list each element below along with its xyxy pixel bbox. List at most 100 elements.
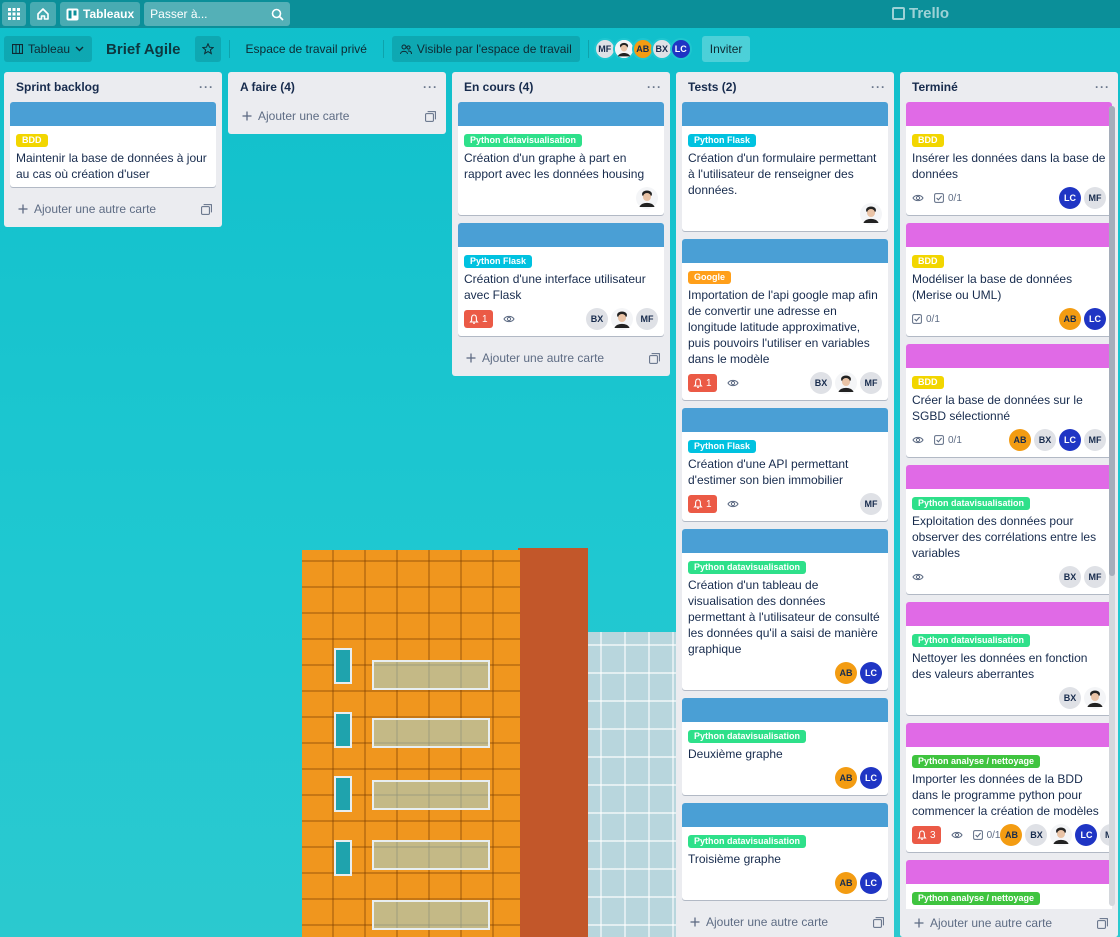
create-from-template-button[interactable] bbox=[425, 110, 436, 122]
notification-badge[interactable]: 1 bbox=[464, 310, 493, 328]
list-menu-button[interactable]: ··· bbox=[1095, 80, 1110, 94]
member-avatar[interactable]: MF bbox=[860, 372, 882, 394]
member-avatar[interactable]: LC bbox=[1059, 187, 1081, 209]
card[interactable]: Python datavisualisation Nettoyer les don… bbox=[906, 602, 1112, 715]
notification-badge[interactable]: 1 bbox=[688, 374, 717, 392]
card[interactable]: BDD Maintenir la base de données à jour a… bbox=[10, 102, 216, 187]
list-en-cours[interactable]: En cours (4) ··· Python datavisualisation C… bbox=[452, 72, 670, 376]
create-from-template-button[interactable] bbox=[873, 916, 884, 928]
list-title[interactable]: A faire (4) bbox=[240, 80, 295, 94]
list-tests[interactable]: Tests (2) ··· Python Flask Création d'un fo… bbox=[676, 72, 894, 937]
card-label[interactable]: Python datavisualisation bbox=[464, 134, 583, 147]
card-label[interactable]: Python Flask bbox=[688, 440, 757, 453]
member-avatar[interactable]: AB bbox=[835, 662, 857, 684]
add-card-button[interactable]: Ajouter une autre carte bbox=[900, 909, 1118, 937]
member-avatar[interactable]: LC bbox=[1075, 824, 1098, 846]
list-title[interactable]: Terminé bbox=[912, 80, 958, 94]
member-avatar[interactable]: BX bbox=[1059, 687, 1081, 709]
card[interactable]: Python analyse / nettoyage Importer les d… bbox=[906, 723, 1112, 852]
member-avatar[interactable]: MF bbox=[1084, 429, 1106, 451]
search-input[interactable]: Passer à... bbox=[144, 2, 291, 26]
list-title[interactable]: Tests (2) bbox=[688, 80, 736, 94]
list-menu-button[interactable]: ··· bbox=[871, 80, 886, 94]
visibility-button[interactable]: Visible par l'espace de travail bbox=[391, 36, 580, 62]
member-avatar[interactable] bbox=[1050, 824, 1073, 846]
card-label[interactable]: BDD bbox=[912, 134, 944, 147]
list-a-faire[interactable]: A faire (4) ··· Ajouter une carte bbox=[228, 72, 446, 134]
notification-badge[interactable]: 1 bbox=[688, 495, 717, 513]
list-termine[interactable]: Terminé ··· BDD Insérer les données dans la… bbox=[900, 72, 1118, 937]
list-menu-button[interactable]: ··· bbox=[423, 80, 438, 94]
member-avatar[interactable]: LC bbox=[860, 662, 882, 684]
card[interactable]: BDD Créer la base de données sur le SGBD … bbox=[906, 344, 1112, 457]
card[interactable]: Python datavisualisation Deuxième graphe A… bbox=[682, 698, 888, 795]
card[interactable]: Python Flask Création d'une API permettan… bbox=[682, 408, 888, 521]
list-menu-button[interactable]: ··· bbox=[647, 80, 662, 94]
member-avatar[interactable]: MF bbox=[860, 493, 882, 515]
member-avatar[interactable]: LC bbox=[1084, 308, 1106, 330]
list-title[interactable]: Sprint backlog bbox=[16, 80, 99, 94]
workspace-button[interactable]: Espace de travail privé bbox=[238, 36, 375, 62]
card-label[interactable]: Python analyse / nettoyage bbox=[912, 755, 1041, 768]
card-label[interactable]: BDD bbox=[912, 376, 944, 389]
list-sprint-backlog[interactable]: Sprint backlog ··· BDD Maintenir la base de… bbox=[4, 72, 222, 227]
list-title[interactable]: En cours (4) bbox=[464, 80, 533, 94]
notification-badge[interactable]: 3 bbox=[912, 826, 941, 844]
card[interactable]: Python Flask Création d'un formulaire per… bbox=[682, 102, 888, 231]
member-avatar[interactable]: LC bbox=[860, 872, 882, 894]
card[interactable]: Python datavisualisation Création d'un ta… bbox=[682, 529, 888, 690]
card-label[interactable]: Python Flask bbox=[688, 134, 757, 147]
card-label[interactable]: Python datavisualisation bbox=[688, 561, 807, 574]
card-label[interactable]: BDD bbox=[16, 134, 48, 147]
home-button[interactable] bbox=[30, 2, 56, 26]
board-title[interactable]: Brief Agile bbox=[100, 41, 186, 58]
member-avatar[interactable]: AB bbox=[835, 767, 857, 789]
member-avatar[interactable] bbox=[1084, 687, 1106, 709]
add-card-button[interactable]: Ajouter une autre carte bbox=[676, 908, 894, 936]
member-avatar[interactable]: MF bbox=[636, 308, 658, 330]
add-card-button[interactable]: Ajouter une autre carte bbox=[452, 344, 670, 372]
member-avatar[interactable] bbox=[860, 203, 882, 225]
member-avatar[interactable]: MF bbox=[1084, 187, 1106, 209]
card[interactable]: Python datavisualisation Troisième graphe… bbox=[682, 803, 888, 900]
member-avatar[interactable]: AB bbox=[1009, 429, 1031, 451]
list-menu-button[interactable]: ··· bbox=[199, 80, 214, 94]
member-avatar[interactable] bbox=[835, 372, 857, 394]
member-avatar[interactable] bbox=[636, 187, 658, 209]
member-avatar[interactable]: BX bbox=[586, 308, 608, 330]
invite-button[interactable]: Inviter bbox=[701, 36, 751, 62]
card-label[interactable]: Google bbox=[688, 271, 731, 284]
list-scrollbar-thumb[interactable] bbox=[1109, 106, 1115, 576]
member-avatar[interactable]: AB bbox=[835, 872, 857, 894]
card-label[interactable]: Python datavisualisation bbox=[912, 634, 1031, 647]
member-avatar[interactable]: LC bbox=[1059, 429, 1081, 451]
create-from-template-button[interactable] bbox=[649, 352, 660, 364]
view-switcher-button[interactable]: Tableau bbox=[4, 36, 93, 62]
member-avatar[interactable]: BX bbox=[1034, 429, 1056, 451]
card[interactable]: Python datavisualisation Création d'un gr… bbox=[458, 102, 664, 215]
member-avatar[interactable]: MF bbox=[1084, 566, 1106, 588]
member-avatar[interactable] bbox=[611, 308, 633, 330]
card-label[interactable]: BDD bbox=[912, 255, 944, 268]
card-label[interactable]: Python Flask bbox=[464, 255, 533, 268]
trello-logo[interactable]: Trello bbox=[892, 5, 949, 22]
member-avatar[interactable]: LC bbox=[860, 767, 882, 789]
card-label[interactable]: Python datavisualisation bbox=[688, 835, 807, 848]
boards-button[interactable]: Tableaux bbox=[60, 2, 141, 26]
card[interactable]: Python datavisualisation Exploitation des… bbox=[906, 465, 1112, 594]
member-avatar[interactable]: LC bbox=[669, 38, 692, 60]
card[interactable]: Google Importation de l'api google map af… bbox=[682, 239, 888, 400]
card-label[interactable]: Python datavisualisation bbox=[912, 497, 1031, 510]
card[interactable]: BDD Modéliser la base de données (Merise … bbox=[906, 223, 1112, 336]
add-card-button[interactable]: Ajouter une autre carte bbox=[4, 195, 222, 223]
member-avatar[interactable]: BX bbox=[810, 372, 832, 394]
card-label[interactable]: Python analyse / nettoyage bbox=[912, 892, 1041, 905]
card[interactable]: Python Flask Création d'une interface uti… bbox=[458, 223, 664, 336]
member-avatar[interactable]: BX bbox=[1025, 824, 1048, 846]
star-button[interactable] bbox=[194, 36, 221, 62]
member-avatar[interactable]: BX bbox=[1059, 566, 1081, 588]
create-from-template-button[interactable] bbox=[1097, 917, 1108, 929]
member-avatar[interactable]: AB bbox=[1000, 824, 1023, 846]
apps-button[interactable] bbox=[2, 2, 26, 26]
member-avatar[interactable]: AB bbox=[1059, 308, 1081, 330]
